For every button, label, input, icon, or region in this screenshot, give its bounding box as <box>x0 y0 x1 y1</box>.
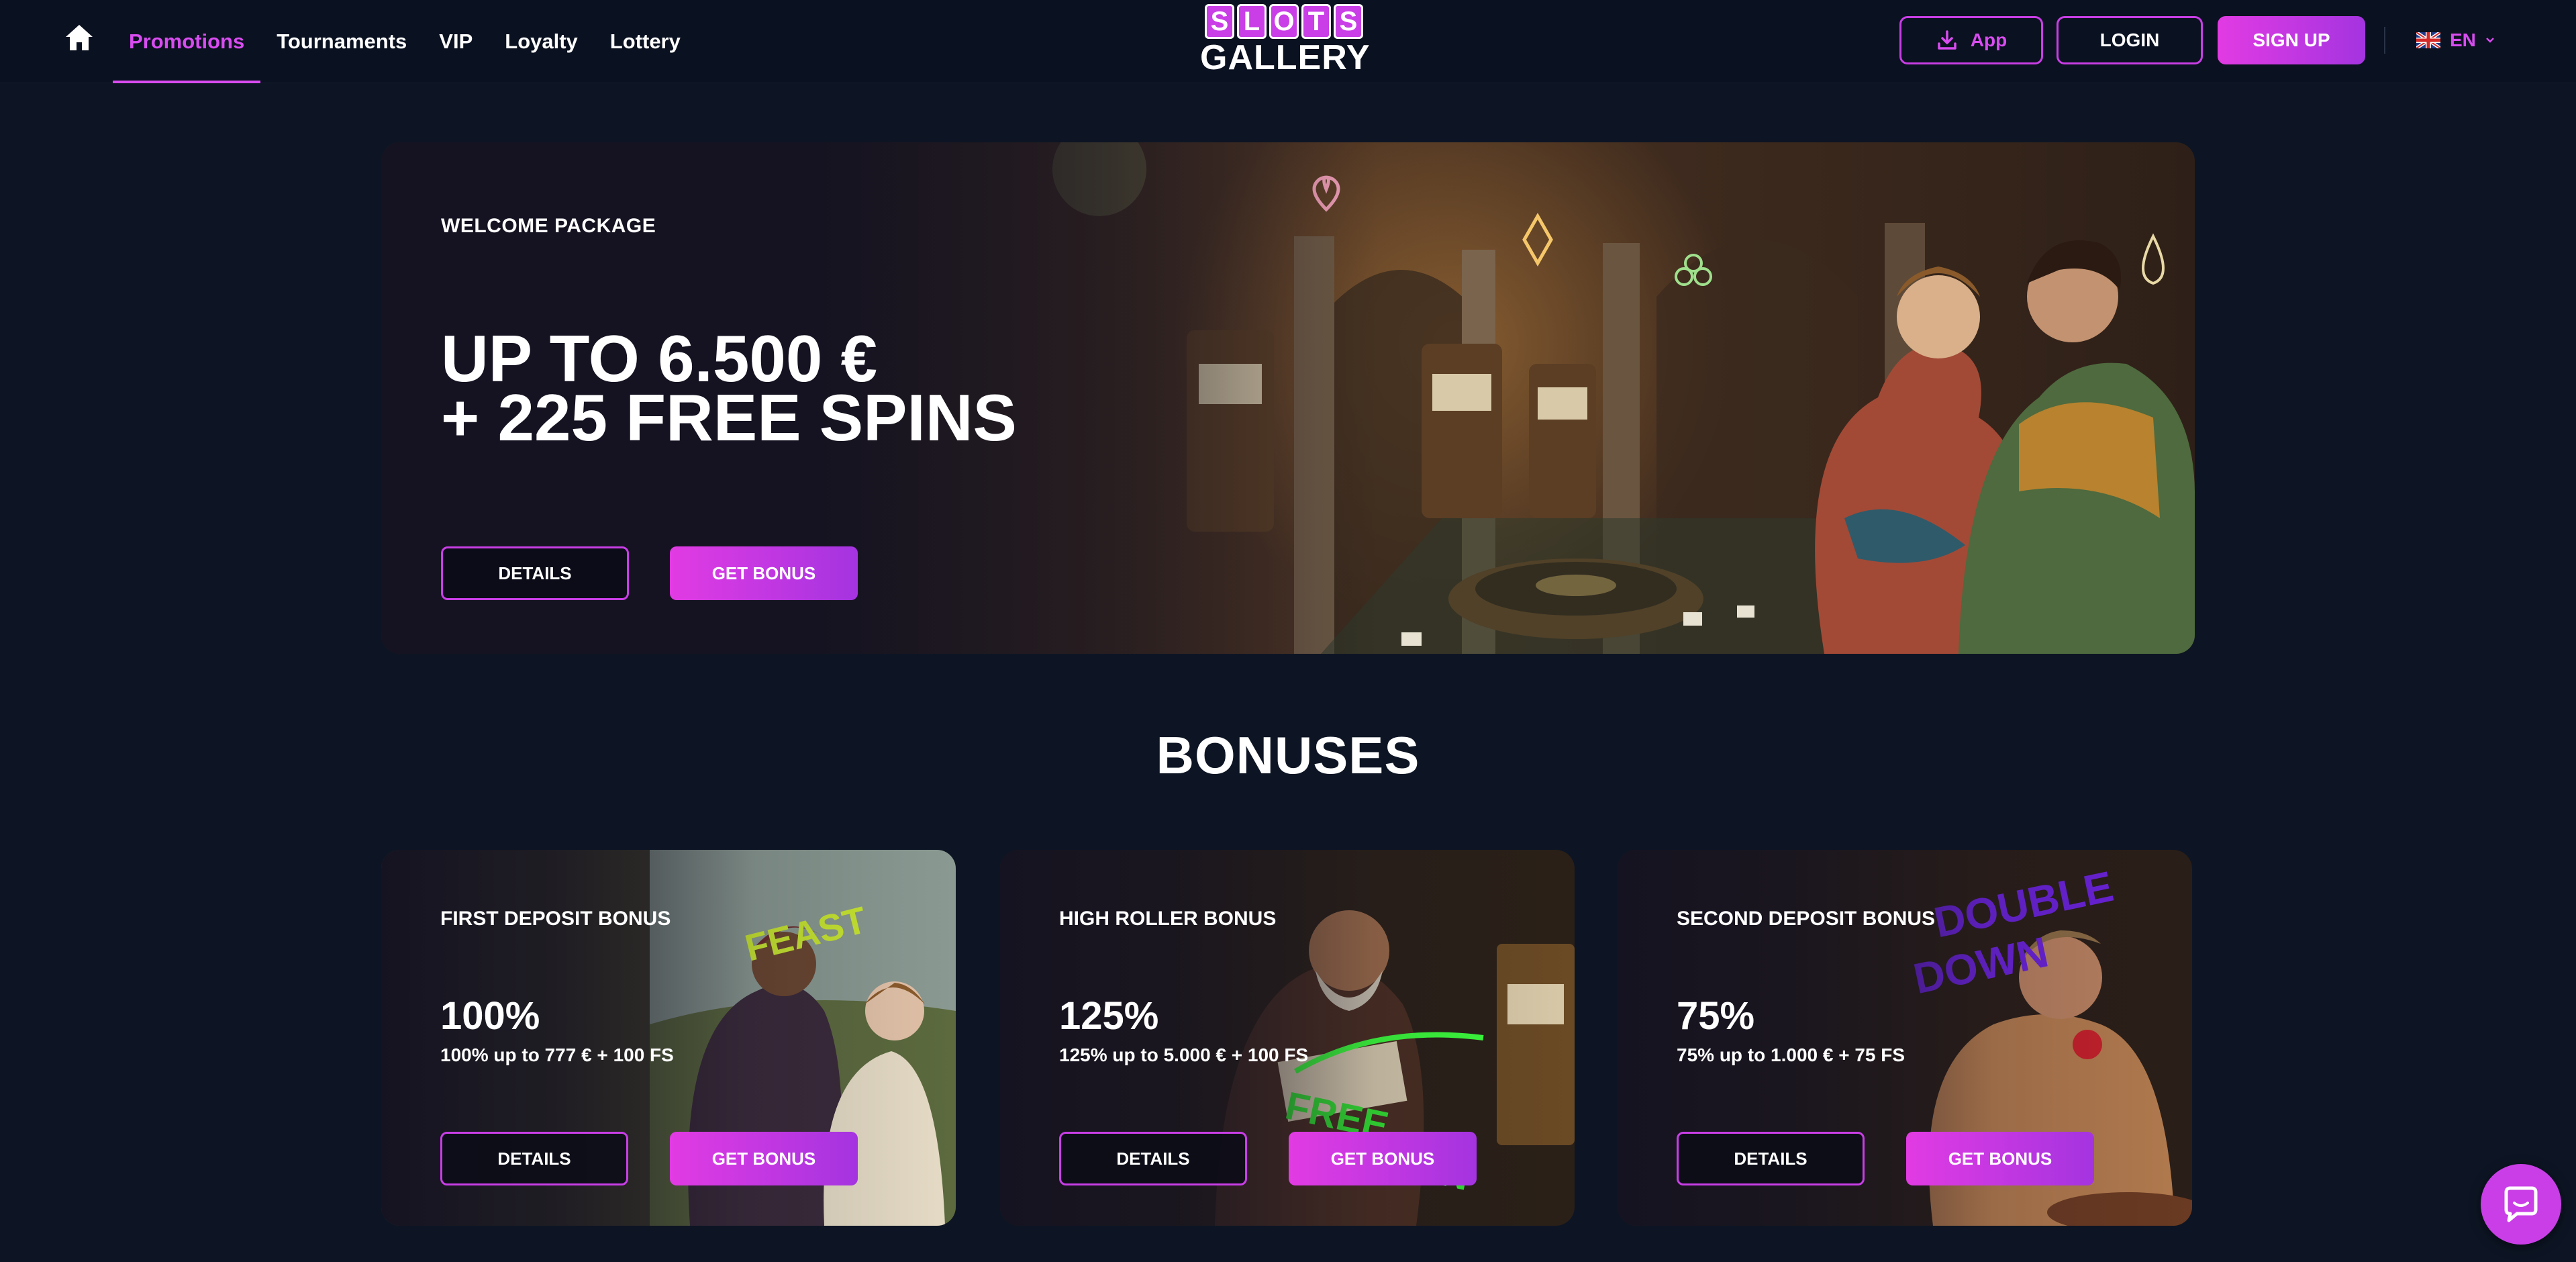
get-bonus-button[interactable]: GET BONUS <box>1906 1132 2094 1185</box>
nav-lottery[interactable]: Lottery <box>594 0 697 83</box>
card-description: 125% up to 5.000 € + 100 FS <box>1059 1045 1309 1065</box>
logo-tiles: S L O T S <box>1200 4 1368 39</box>
logo-tile: S <box>1334 4 1363 39</box>
chat-icon <box>2504 1186 2538 1222</box>
card-description: 75% up to 1.000 € + 75 FS <box>1677 1045 1905 1065</box>
bonus-card-high-roller: FREE SPIN HIGH ROLLER BONUS 125% 125% up… <box>1000 850 1575 1226</box>
language-selector[interactable]: EN <box>2416 24 2495 56</box>
nav-loyalty[interactable]: Loyalty <box>489 0 594 83</box>
sign-up-button[interactable]: SIGN UP <box>2218 16 2365 64</box>
hero-kicker: WELCOME PACKAGE <box>441 215 656 237</box>
logo-wordmark: GALLERY <box>1200 38 1371 77</box>
home-icon[interactable] <box>64 23 95 52</box>
card-percent: 100% <box>440 994 540 1038</box>
card-kicker: FIRST DEPOSIT BONUS <box>440 908 671 930</box>
bonus-card-first-deposit: FEAST FIRST DEPOSIT BONUS 100% 100% up t… <box>381 850 956 1226</box>
details-button[interactable]: DETAILS <box>1677 1132 1865 1185</box>
get-bonus-button[interactable]: GET BONUS <box>670 1132 858 1185</box>
top-header: Promotions Tournaments VIP Loyalty Lotte… <box>0 0 2576 83</box>
live-chat-button[interactable] <box>2481 1164 2561 1245</box>
login-button[interactable]: LOGIN <box>2057 16 2203 64</box>
welcome-package-banner: WELCOME PACKAGE UP TO 6.500 € + 225 FREE… <box>381 142 2195 654</box>
chevron-down-icon <box>2486 38 2494 43</box>
details-button[interactable]: DETAILS <box>1059 1132 1247 1185</box>
nav-tournaments[interactable]: Tournaments <box>260 0 423 83</box>
logo-tile: S <box>1205 4 1234 39</box>
bonus-card-second-deposit: DOUBLE DOWN SECOND DEPOSIT BONUS 75% 75%… <box>1618 850 2192 1226</box>
card-kicker: HIGH ROLLER BONUS <box>1059 908 1277 930</box>
app-download-button[interactable]: App <box>1899 16 2043 64</box>
hero-details-button[interactable]: DETAILS <box>441 546 629 600</box>
hero-title: UP TO 6.500 € + 225 FREE SPINS <box>441 322 1017 454</box>
logo-tile: O <box>1269 4 1299 39</box>
card-description: 100% up to 777 € + 100 FS <box>440 1045 674 1065</box>
main-nav: Promotions Tournaments VIP Loyalty Lotte… <box>113 0 697 83</box>
site-logo[interactable]: S L O T S GALLERY <box>1200 4 1371 78</box>
get-bonus-button[interactable]: GET BONUS <box>1289 1132 1477 1185</box>
logo-tile: L <box>1237 4 1267 39</box>
uk-flag-icon <box>2416 32 2440 48</box>
header-divider <box>2384 27 2385 54</box>
bonuses-heading: BONUSES <box>1156 726 1420 785</box>
logo-tile: T <box>1301 4 1331 39</box>
nav-promotions[interactable]: Promotions <box>113 0 261 83</box>
card-percent: 125% <box>1059 994 1159 1038</box>
download-icon <box>1938 30 1956 50</box>
hero-get-bonus-button[interactable]: GET BONUS <box>670 546 858 600</box>
card-percent: 75% <box>1677 994 1755 1038</box>
nav-vip[interactable]: VIP <box>423 0 489 83</box>
card-kicker: SECOND DEPOSIT BONUS <box>1677 908 1936 930</box>
app-label: App <box>1970 30 2008 50</box>
details-button[interactable]: DETAILS <box>440 1132 628 1185</box>
language-code: EN <box>2450 30 2476 50</box>
